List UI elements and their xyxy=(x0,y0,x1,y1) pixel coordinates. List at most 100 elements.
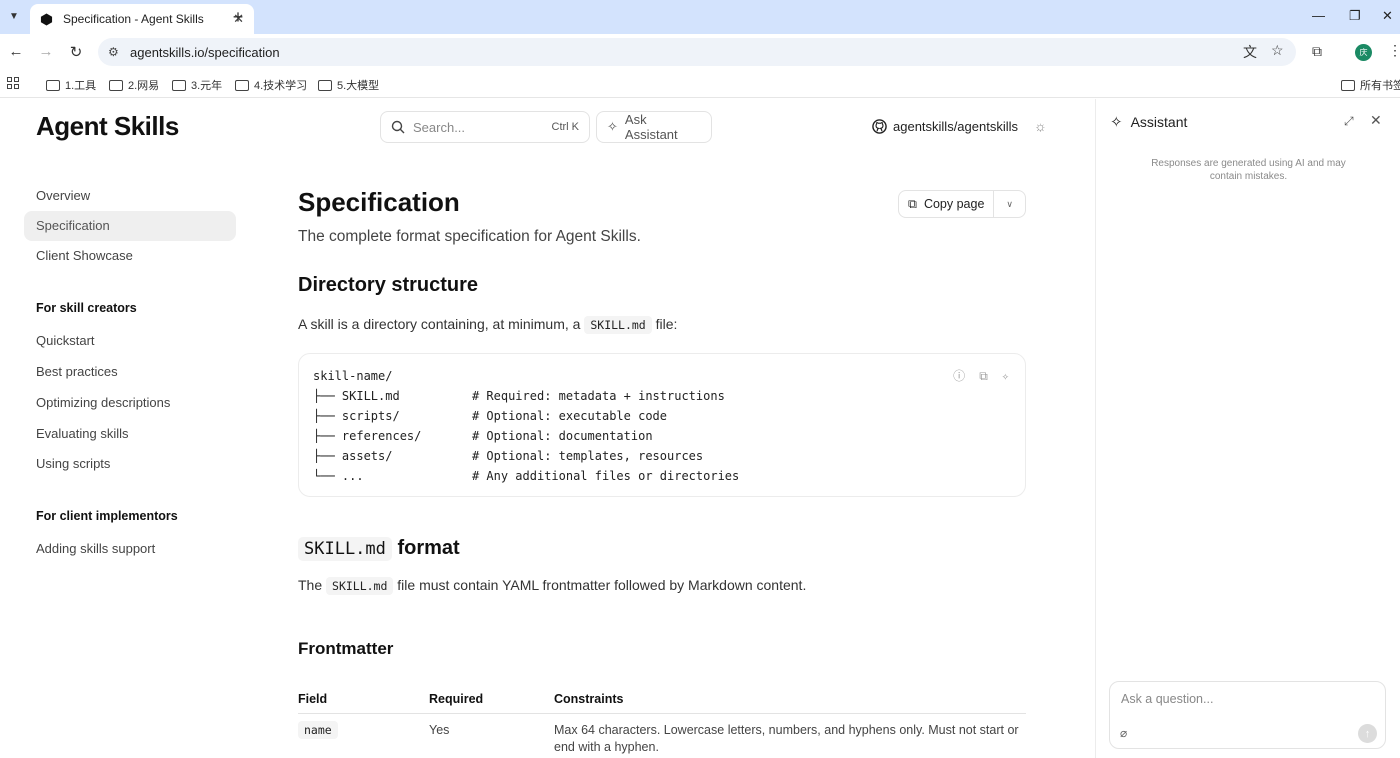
sidebar-section-client-implementors: For client implementors xyxy=(36,509,178,523)
assistant-panel: ✧ Assistant ⤢ ✕ Responses are generated … xyxy=(1095,99,1400,758)
chevron-down-icon[interactable]: ∨ xyxy=(994,199,1025,210)
constraints-cell: Max 64 characters. Lowercase letters, nu… xyxy=(554,723,1019,754)
main-content: Specification ⧉ Copy page ∨ The complete … xyxy=(298,181,1026,758)
info-icon[interactable]: ⓘ xyxy=(953,366,965,386)
apps-grid-icon[interactable] xyxy=(7,77,19,89)
table-header-row: Field Required Constraints xyxy=(298,685,1026,714)
browser-menu-icon[interactable]: ⋮ xyxy=(1388,42,1400,59)
bookmark-folder[interactable]: 2.网易 xyxy=(109,77,159,93)
folder-icon xyxy=(46,79,60,91)
sidebar-item-adding-skills-support[interactable]: Adding skills support xyxy=(24,534,236,564)
sidebar-item-specification[interactable]: Specification xyxy=(24,211,236,241)
attach-paperclip-icon[interactable]: ⌀ xyxy=(1120,726,1127,740)
assistant-title: Assistant xyxy=(1130,114,1188,130)
question-placeholder: Ask a question... xyxy=(1121,692,1214,706)
inline-code: SKILL.md xyxy=(584,316,652,334)
site-logo[interactable]: Agent Skills xyxy=(36,111,179,142)
code-line: skill-name/ xyxy=(313,369,393,383)
sidebar-item-client-showcase[interactable]: Client Showcase xyxy=(24,241,236,271)
site-favicon-icon xyxy=(40,12,53,26)
folder-icon xyxy=(235,79,249,91)
column-header-required: Required xyxy=(429,685,554,714)
code-line: ├── SKILL.md # Required: metadata + inst… xyxy=(313,389,725,403)
repo-label: agentskills/agentskills xyxy=(893,119,1019,134)
format-paragraph: The SKILL.md file must contain YAML fron… xyxy=(298,577,807,595)
required-cell: Yes xyxy=(429,723,450,737)
github-repo-link[interactable]: agentskills/agentskills xyxy=(872,119,1018,134)
copy-page-button[interactable]: ⧉ Copy page ∨ xyxy=(898,190,1026,218)
folder-icon xyxy=(1341,79,1355,91)
sidebar-item-quickstart[interactable]: Quickstart xyxy=(24,326,236,356)
directory-paragraph: A skill is a directory containing, at mi… xyxy=(298,316,678,334)
sidebar-item-evaluating-skills[interactable]: Evaluating skills xyxy=(24,419,236,449)
docs-sidebar: Overview Specification Client Showcase F… xyxy=(24,181,236,564)
bookmarks-bar: 1.工具 2.网易 3.元年 4.技术学习 5.大模型 所有书签 xyxy=(0,70,1400,98)
search-input[interactable]: Search... Ctrl K xyxy=(380,111,590,143)
assistant-header: ✧ Assistant xyxy=(1110,113,1187,131)
minimize-icon[interactable]: — xyxy=(1312,8,1325,23)
profile-avatar[interactable]: 庆 xyxy=(1355,44,1372,61)
expand-icon[interactable]: ⤢ xyxy=(1344,114,1354,129)
tab-title: Specification - Agent Skills xyxy=(63,12,204,26)
ask-ai-sparkle-icon[interactable]: ✧ xyxy=(1002,366,1009,386)
bookmark-folder[interactable]: 3.元年 xyxy=(172,77,222,93)
tab-search-chevron-icon[interactable]: ▼ xyxy=(4,6,24,26)
code-line: └── ... # Any additional files or direct… xyxy=(313,469,740,483)
page-subtitle: The complete format specification for Ag… xyxy=(298,228,641,245)
bookmark-folder[interactable]: 5.大模型 xyxy=(318,77,379,93)
search-icon xyxy=(391,120,405,134)
browser-tab-strip: ▼ Specification - Agent Skills ✕ + — ❐ ✕ xyxy=(0,0,1400,34)
close-icon[interactable]: ✕ xyxy=(1370,112,1382,129)
code-block: ⓘ ⧉ ✧ skill-name/ ├── SKILL.md # Required: m… xyxy=(298,353,1026,497)
sidebar-item-using-scripts[interactable]: Using scripts xyxy=(24,449,236,479)
table-row: name Yes Max 64 characters. Lowercase le… xyxy=(298,714,1026,758)
search-shortcut: Ctrl K xyxy=(551,121,580,133)
frontmatter-heading: Frontmatter xyxy=(298,639,394,658)
address-bar[interactable]: ⚙ agentskills.io/specification xyxy=(98,38,1296,66)
docs-page: Agent Skills Search... Ctrl K ✧ Ask Assi… xyxy=(0,99,1095,758)
theme-toggle-sun-icon[interactable]: ☼ xyxy=(1034,118,1047,134)
copy-icon: ⧉ xyxy=(908,196,917,211)
sparkle-icon: ✧ xyxy=(607,119,618,134)
frontmatter-table: Field Required Constraints name Yes Max … xyxy=(298,685,1026,758)
bookmark-folder[interactable]: 1.工具 xyxy=(46,77,96,93)
copy-code-icon[interactable]: ⧉ xyxy=(979,366,988,386)
site-info-icon[interactable]: ⚙ xyxy=(108,45,122,59)
new-tab-button[interactable]: + xyxy=(228,7,248,28)
sidebar-item-optimizing-descriptions[interactable]: Optimizing descriptions xyxy=(24,388,236,418)
all-bookmarks[interactable]: 所有书签 xyxy=(1341,77,1400,93)
back-icon[interactable]: ← xyxy=(7,43,25,60)
copy-page-label: Copy page xyxy=(923,197,985,211)
browser-toolbar: ← → ↻ ⚙ agentskills.io/specification 文 ☆… xyxy=(0,34,1400,70)
column-header-constraints: Constraints xyxy=(554,685,1026,714)
bookmark-star-icon[interactable]: ☆ xyxy=(1271,42,1284,59)
skill-md-format-heading: SKILL.md format xyxy=(298,537,1026,561)
sidebar-section-skill-creators: For skill creators xyxy=(36,301,137,315)
github-icon xyxy=(872,119,887,134)
browser-tab[interactable]: Specification - Agent Skills ✕ xyxy=(30,4,254,34)
extensions-icon[interactable]: ⧉ xyxy=(1312,43,1322,60)
code-line: ├── assets/ # Optional: templates, resou… xyxy=(313,449,704,463)
url-text: agentskills.io/specification xyxy=(130,44,280,60)
forward-icon[interactable]: → xyxy=(37,43,55,60)
folder-icon xyxy=(172,79,186,91)
search-placeholder: Search... xyxy=(413,119,466,135)
column-header-field: Field xyxy=(298,685,429,714)
code-line: ├── scripts/ # Optional: executable code xyxy=(313,409,668,423)
ai-disclaimer: Responses are generated using AI and may… xyxy=(1151,158,1346,182)
sparkle-icon: ✧ xyxy=(1110,114,1123,131)
ask-assistant-button[interactable]: ✧ Ask Assistant xyxy=(596,111,712,143)
bookmark-folder[interactable]: 4.技术学习 xyxy=(235,77,307,93)
window-close-icon[interactable]: ✕ xyxy=(1382,8,1393,24)
restore-icon[interactable]: ❐ xyxy=(1349,8,1361,24)
inline-code: SKILL.md xyxy=(326,577,394,595)
sidebar-item-best-practices[interactable]: Best practices xyxy=(24,357,236,387)
folder-icon xyxy=(318,79,332,91)
reload-icon[interactable]: ↻ xyxy=(67,43,85,61)
sidebar-item-overview[interactable]: Overview xyxy=(24,181,236,211)
ask-assistant-label: Ask Assistant xyxy=(624,112,678,142)
field-name-code: name xyxy=(298,721,338,739)
assistant-question-input[interactable]: Ask a question... ⌀ ↑ xyxy=(1109,681,1386,749)
translate-icon[interactable]: 文 xyxy=(1243,42,1257,62)
send-arrow-icon[interactable]: ↑ xyxy=(1358,724,1377,743)
